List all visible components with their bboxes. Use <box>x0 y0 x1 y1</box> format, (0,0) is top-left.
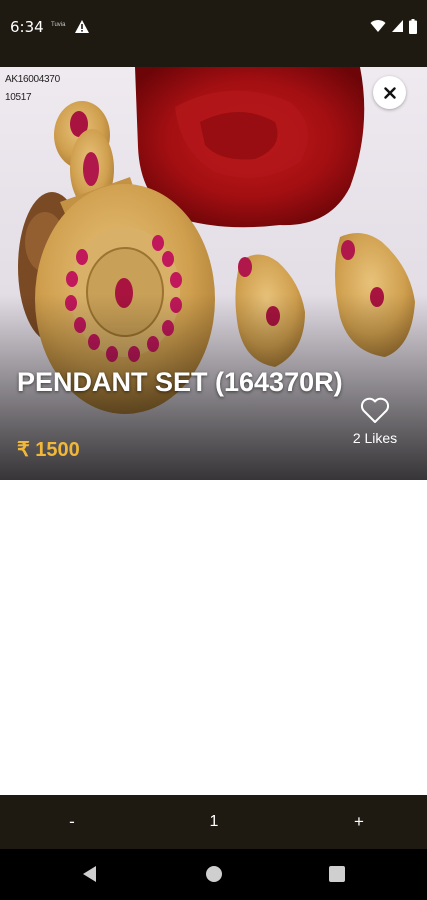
alert-icon <box>75 20 89 33</box>
status-bar: 6:34 Tuvia <box>0 0 427 67</box>
battery-icon <box>409 18 417 34</box>
quantity-stepper: - 1 + <box>0 795 427 849</box>
decrease-button[interactable]: - <box>57 795 87 849</box>
sku-code: AK16004370 10517 <box>5 71 60 107</box>
navigation-bar <box>0 849 427 900</box>
status-app-label: Tuvia <box>51 22 66 28</box>
like-button[interactable]: 2 Likes <box>340 397 410 446</box>
status-time: 6:34 <box>10 18 44 36</box>
status-icons <box>370 18 417 34</box>
back-button[interactable] <box>77 861 103 887</box>
sku-line-2: 10517 <box>5 92 32 103</box>
quantity-value: 1 <box>209 813 219 830</box>
heart-icon <box>360 397 390 423</box>
home-button[interactable] <box>201 861 227 887</box>
recents-icon <box>329 866 345 882</box>
product-price: ₹ 1500 <box>17 439 80 461</box>
home-icon <box>206 866 222 882</box>
close-button[interactable] <box>373 76 406 109</box>
wifi-icon <box>370 20 386 32</box>
signal-icon <box>392 20 403 32</box>
product-title: PENDANT SET (164370R) <box>17 367 343 397</box>
increase-button[interactable]: + <box>344 795 374 849</box>
product-image: AK16004370 10517 PENDANT SET (164370R) ₹… <box>0 67 427 480</box>
sku-line-1: AK16004370 <box>5 74 60 85</box>
likes-count: 2 Likes <box>352 430 398 446</box>
close-icon <box>383 86 396 99</box>
back-icon <box>83 866 96 882</box>
recents-button[interactable] <box>324 861 350 887</box>
